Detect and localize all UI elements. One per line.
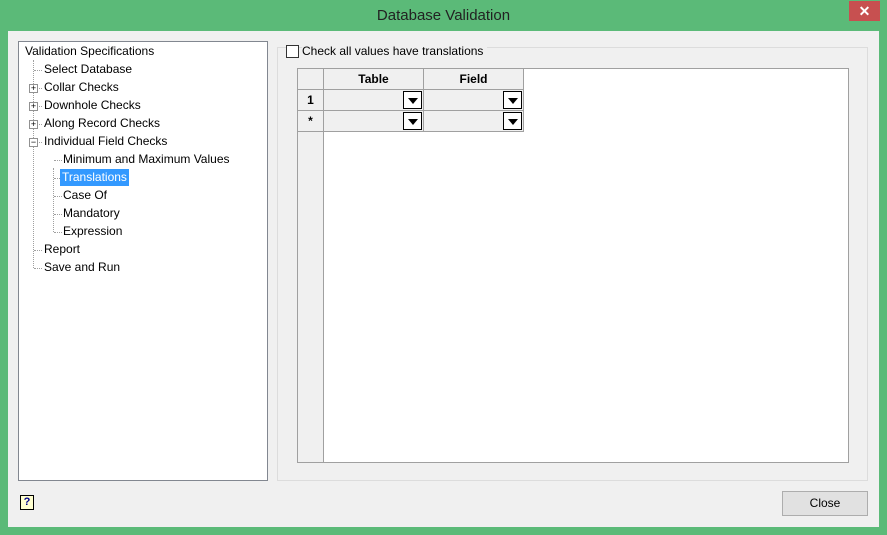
tree-line xyxy=(34,70,42,71)
tree-item-translations[interactable]: Translations xyxy=(60,169,129,186)
field-dropdown[interactable] xyxy=(424,90,524,111)
tree-item-collar-checks[interactable]: Collar Checks xyxy=(42,79,121,96)
tree-line xyxy=(34,268,42,269)
close-button[interactable]: Close xyxy=(782,491,868,516)
field-dropdown[interactable] xyxy=(424,111,524,132)
tree-item-case-of[interactable]: Case Of xyxy=(61,187,109,204)
row-header[interactable]: 1 xyxy=(298,90,324,111)
window-title: Database Validation xyxy=(376,7,511,24)
expand-icon[interactable]: + xyxy=(29,84,38,93)
tree-item-individual-field-checks[interactable]: Individual Field Checks xyxy=(42,133,169,150)
help-icon[interactable]: ? xyxy=(20,495,34,510)
dropdown-arrow-icon[interactable] xyxy=(403,91,422,109)
tree-line xyxy=(34,250,42,251)
collapse-icon[interactable]: − xyxy=(29,138,38,147)
expand-icon[interactable]: + xyxy=(29,120,38,129)
tree-item-save-and-run[interactable]: Save and Run xyxy=(42,259,122,276)
table-dropdown[interactable] xyxy=(324,111,424,132)
table-dropdown[interactable] xyxy=(324,90,424,111)
translations-grid[interactable]: Table Field 1 * xyxy=(297,68,849,463)
tree-item-along-record-checks[interactable]: Along Record Checks xyxy=(42,115,162,132)
check-translations-checkbox[interactable] xyxy=(286,45,299,58)
grid-corner[interactable] xyxy=(298,69,324,90)
tree-item-downhole-checks[interactable]: Downhole Checks xyxy=(42,97,143,114)
validation-tree[interactable]: Validation Specifications Select Databas… xyxy=(18,41,268,481)
tree-item-expression[interactable]: Expression xyxy=(61,223,124,240)
tree-item-min-max-values[interactable]: Minimum and Maximum Values xyxy=(61,151,232,168)
expand-icon[interactable]: + xyxy=(29,102,38,111)
window-close-button[interactable]: ✕ xyxy=(849,1,880,21)
check-translations-label[interactable]: Check all values have translations xyxy=(302,43,488,60)
row-header[interactable]: * xyxy=(298,111,324,132)
tree-item-mandatory[interactable]: Mandatory xyxy=(61,205,122,222)
dropdown-arrow-icon[interactable] xyxy=(503,91,522,109)
dropdown-arrow-icon[interactable] xyxy=(403,112,422,130)
tree-item-report[interactable]: Report xyxy=(42,241,82,258)
dropdown-arrow-icon[interactable] xyxy=(503,112,522,130)
column-header-table[interactable]: Table xyxy=(324,69,424,90)
tree-item-select-database[interactable]: Select Database xyxy=(42,61,134,78)
column-header-field[interactable]: Field xyxy=(424,69,524,90)
tree-root[interactable]: Validation Specifications xyxy=(23,43,156,60)
